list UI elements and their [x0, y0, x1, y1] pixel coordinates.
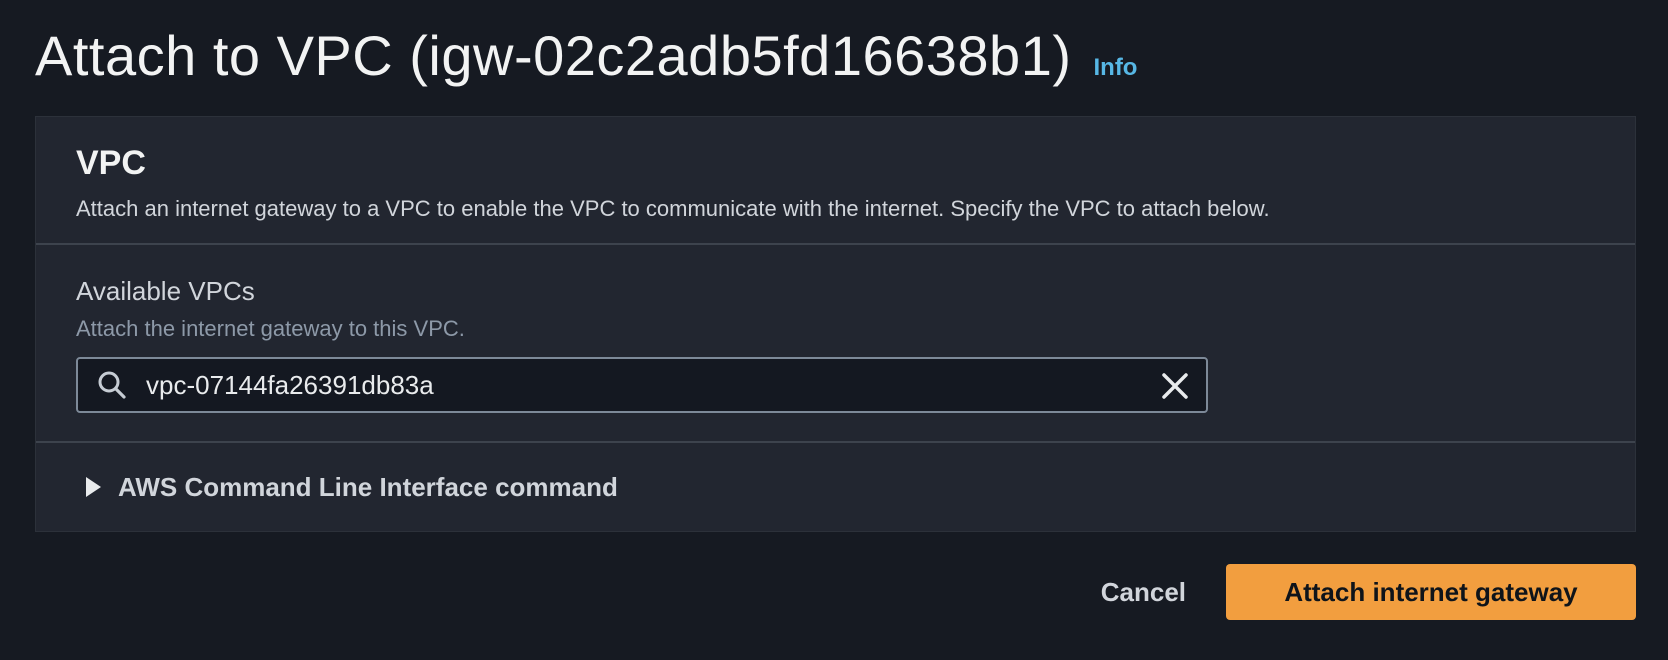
cancel-button[interactable]: Cancel — [1097, 564, 1190, 620]
panel-body: Available VPCs Attach the internet gatew… — [36, 245, 1635, 443]
caret-right-icon — [84, 475, 104, 499]
available-vpcs-label: Available VPCs — [76, 276, 255, 306]
panel-title: VPC — [76, 144, 146, 182]
page-title: Attach to VPC (igw-02c2adb5fd16638b1) — [35, 24, 1072, 87]
attach-to-vpc-page: Attach to VPC (igw-02c2adb5fd16638b1) In… — [0, 0, 1668, 660]
info-link[interactable]: Info — [1093, 54, 1137, 82]
title-row: Attach to VPC (igw-02c2adb5fd16638b1) In… — [35, 22, 1137, 90]
form-actions: Cancel Attach internet gateway — [1097, 564, 1636, 620]
aws-cli-command-expander[interactable]: AWS Command Line Interface command — [36, 443, 1635, 531]
vpc-panel: VPC Attach an internet gateway to a VPC … — [35, 116, 1636, 532]
available-vpcs-hint: Attach the internet gateway to this VPC. — [76, 316, 465, 341]
panel-header: VPC Attach an internet gateway to a VPC … — [36, 117, 1635, 245]
panel-description: Attach an internet gateway to a VPC to e… — [76, 196, 1270, 221]
attach-internet-gateway-button[interactable]: Attach internet gateway — [1226, 564, 1636, 620]
close-icon[interactable] — [1158, 369, 1192, 403]
search-icon — [94, 367, 130, 403]
vpc-search-input[interactable] — [144, 368, 1048, 402]
vpc-select-field[interactable] — [76, 357, 1208, 413]
aws-cli-command-label: AWS Command Line Interface command — [118, 471, 618, 502]
